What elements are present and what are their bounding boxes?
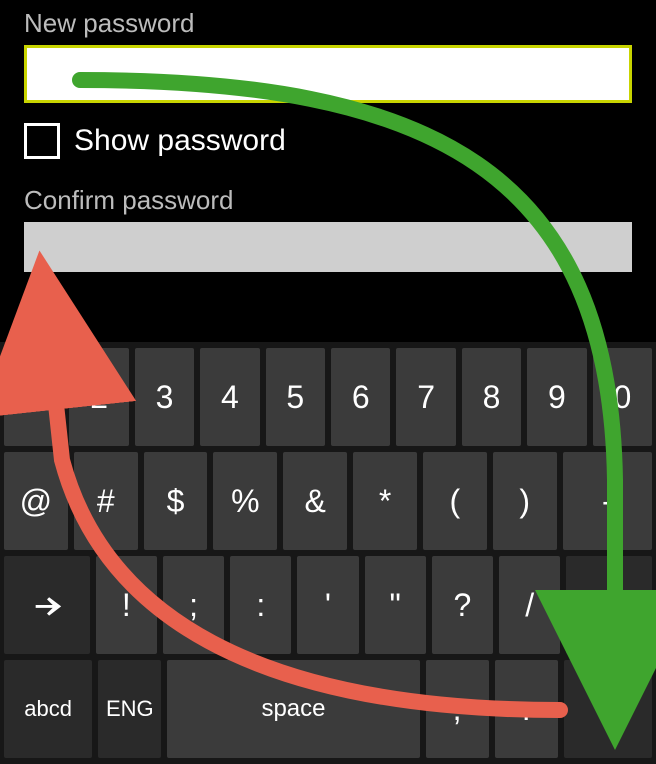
keyboard-row-4: abcd ENG space , . (4, 660, 652, 758)
key-1[interactable]: 1 (4, 348, 63, 446)
key-2[interactable]: 2 (69, 348, 128, 446)
show-password-label: Show password (74, 124, 286, 158)
key-0[interactable]: 0 (593, 348, 652, 446)
keyboard-row-2: @ # $ % & * ( ) - (4, 452, 652, 550)
key-7[interactable]: 7 (396, 348, 455, 446)
key-hash[interactable]: # (74, 452, 138, 550)
mode-switch-key[interactable]: abcd (4, 660, 92, 758)
enter-icon (591, 692, 625, 726)
new-password-input[interactable] (24, 45, 632, 103)
confirm-password-input[interactable] (24, 222, 632, 272)
key-5[interactable]: 5 (266, 348, 325, 446)
key-lparen[interactable]: ( (423, 452, 487, 550)
key-3[interactable]: 3 (135, 348, 194, 446)
key-rparen[interactable]: ) (493, 452, 557, 550)
key-4[interactable]: 4 (200, 348, 259, 446)
key-9[interactable]: 9 (527, 348, 586, 446)
space-key[interactable]: space (167, 660, 419, 758)
key-6[interactable]: 6 (331, 348, 390, 446)
key-apos[interactable]: ' (297, 556, 358, 654)
key-slash[interactable]: / (499, 556, 560, 654)
on-screen-keyboard: 1 2 3 4 5 6 7 8 9 0 @ # $ % & * ( ) - ! … (0, 342, 656, 764)
key-period[interactable]: . (495, 660, 558, 758)
key-comma[interactable]: , (426, 660, 489, 758)
password-form: New password Show password Confirm passw… (0, 0, 656, 292)
keyboard-row-1: 1 2 3 4 5 6 7 8 9 0 (4, 348, 652, 446)
key-exclaim[interactable]: ! (96, 556, 157, 654)
key-dollar[interactable]: $ (144, 452, 208, 550)
key-quote[interactable]: " (365, 556, 426, 654)
key-star[interactable]: * (353, 452, 417, 550)
key-8[interactable]: 8 (462, 348, 521, 446)
key-at[interactable]: @ (4, 452, 68, 550)
key-question[interactable]: ? (432, 556, 493, 654)
shift-arrow-icon (30, 588, 64, 622)
key-percent[interactable]: % (213, 452, 277, 550)
show-password-row[interactable]: Show password (24, 123, 632, 159)
key-amp[interactable]: & (283, 452, 347, 550)
confirm-password-label: Confirm password (24, 185, 632, 216)
backspace-key[interactable] (566, 556, 652, 654)
show-password-checkbox[interactable] (24, 123, 60, 159)
language-key[interactable]: ENG (98, 660, 161, 758)
backspace-icon (592, 588, 626, 622)
keyboard-row-3: ! ; : ' " ? / (4, 556, 652, 654)
key-colon[interactable]: : (230, 556, 291, 654)
shift-key[interactable] (4, 556, 90, 654)
key-semicolon[interactable]: ; (163, 556, 224, 654)
new-password-label: New password (24, 8, 632, 39)
key-dash[interactable]: - (563, 452, 652, 550)
enter-key[interactable] (564, 660, 652, 758)
